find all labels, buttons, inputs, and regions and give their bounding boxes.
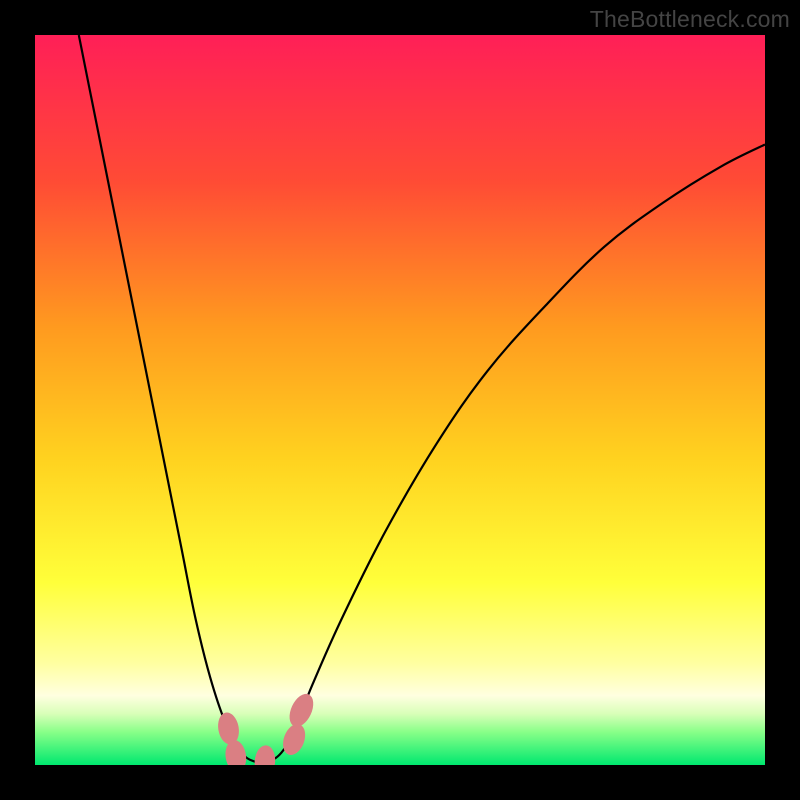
gradient-background	[35, 35, 765, 765]
bottleneck-curve-chart	[35, 35, 765, 765]
plot-area	[35, 35, 765, 765]
watermark-text: TheBottleneck.com	[590, 6, 790, 33]
chart-frame: TheBottleneck.com	[0, 0, 800, 800]
